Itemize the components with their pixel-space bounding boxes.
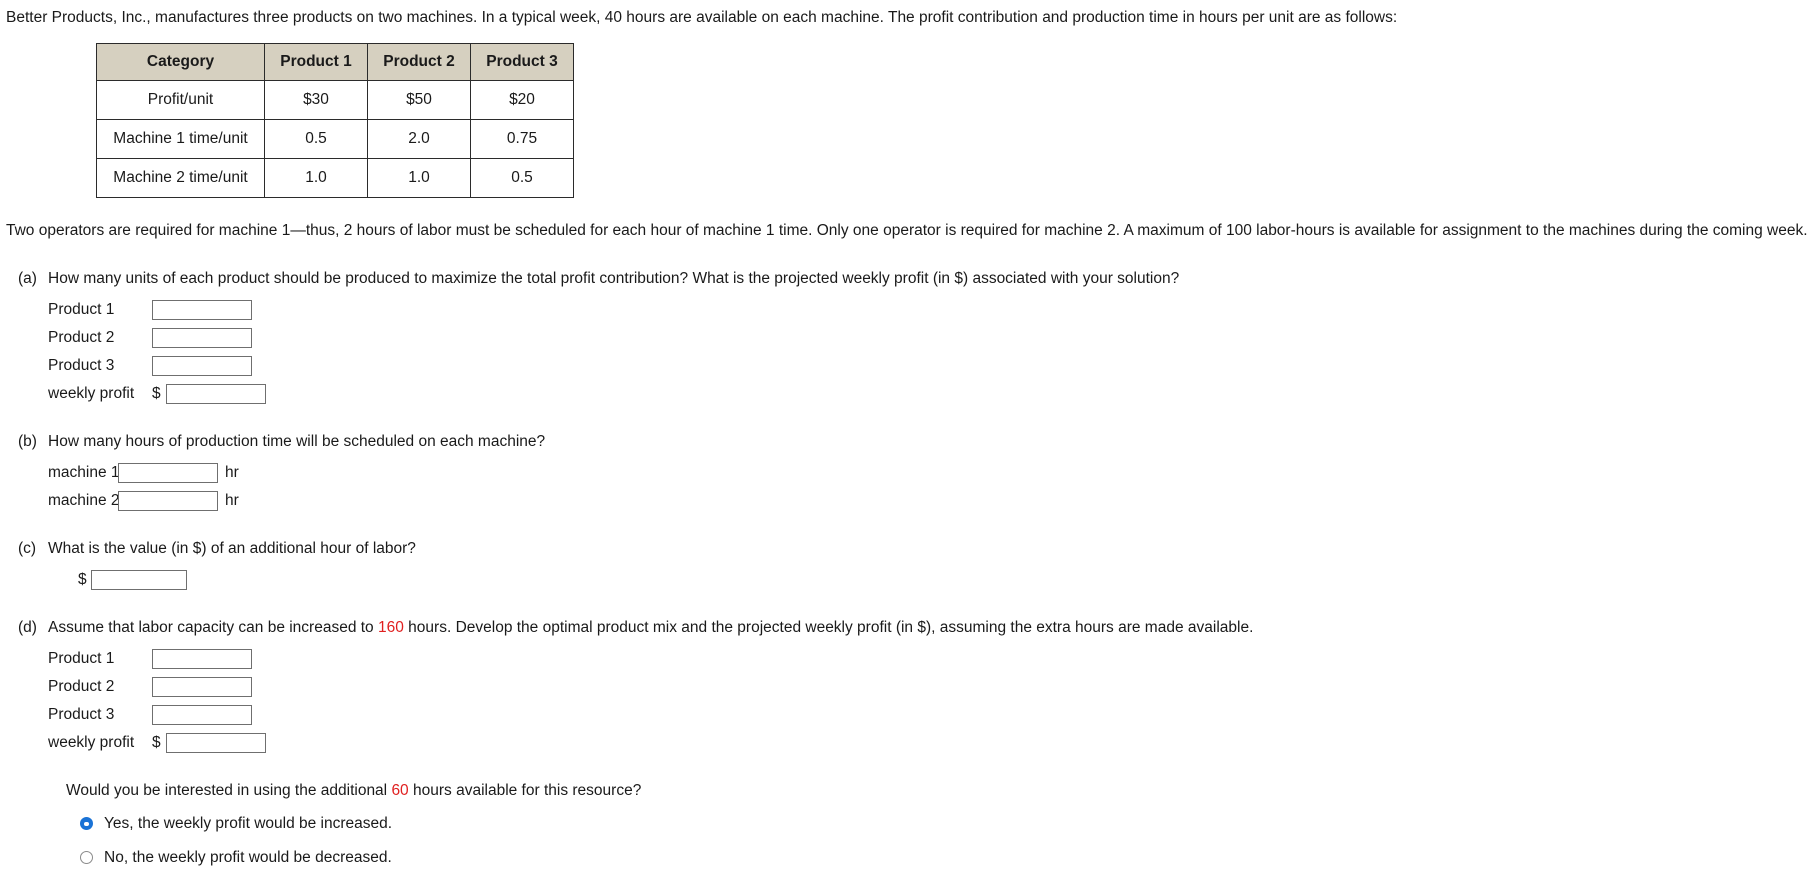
- answer-label-d-product-3: Product 3: [48, 705, 115, 723]
- input-d-product-1[interactable]: [152, 648, 252, 669]
- question-a-text: How many units of each product should be…: [48, 270, 1180, 288]
- table-header-product-2: Product 2: [367, 42, 471, 81]
- table-header-product-1: Product 1: [264, 42, 368, 81]
- question-d-text: Assume that labor capacity can be increa…: [48, 619, 1253, 637]
- constraints-paragraph: Two operators are required for machine 1…: [6, 220, 1812, 242]
- question-a-heading: (a) How many units of each product shoul…: [18, 270, 1812, 288]
- answer-label-d-weekly-profit: weekly profit: [48, 733, 135, 751]
- table-header-category: Category: [96, 42, 265, 81]
- answer-label-d-product-2: Product 2: [48, 677, 115, 695]
- table-head: Category Product 1 Product 2 Product 3: [96, 42, 574, 81]
- dollar-sign-c-value: $: [78, 570, 87, 588]
- input-a-product-3[interactable]: [152, 355, 252, 376]
- table-row: Machine 1 time/unit 0.5 2.0 0.75: [96, 118, 574, 159]
- answer-row: Product 1: [48, 298, 1812, 321]
- answer-row: Product 3: [48, 703, 1812, 726]
- answer-row: $: [78, 568, 1812, 591]
- radio-option-yes[interactable]: Yes, the weekly profit would be increase…: [80, 811, 1812, 836]
- question-d-heading: (d) Assume that labor capacity can be in…: [18, 619, 1812, 637]
- question-b: (b) How many hours of production time wi…: [18, 433, 1812, 512]
- question-c-heading: (c) What is the value (in $) of an addit…: [18, 540, 1812, 558]
- answer-label-product-3: Product 3: [48, 356, 115, 374]
- cell-m1-p3: 0.75: [470, 118, 574, 159]
- answer-label-weekly-profit: weekly profit: [48, 384, 135, 402]
- unit-label-machine-2-hr: hr: [225, 491, 239, 509]
- question-c-text: What is the value (in $) of an additiona…: [48, 540, 416, 558]
- dollar-sign-a-weekly-profit: $: [152, 384, 161, 402]
- cell-m2-p3: 0.5: [470, 157, 574, 198]
- input-d-product-3[interactable]: [152, 704, 252, 725]
- answer-row: Product 2: [48, 326, 1812, 349]
- table-header-row: Category Product 1 Product 2 Product 3: [96, 42, 574, 81]
- cell-m2-p2: 1.0: [367, 157, 471, 198]
- question-a-answers: Product 1 Product 2 Product 3 weekly pro…: [48, 298, 1812, 405]
- answer-row: Product 2: [48, 675, 1812, 698]
- table-row: Machine 2 time/unit 1.0 1.0 0.5: [96, 157, 574, 198]
- table-body: Profit/unit $30 $50 $20 Machine 1 time/u…: [96, 79, 574, 198]
- row-label-profit-unit: Profit/unit: [96, 79, 265, 120]
- answer-label-d-product-1: Product 1: [48, 649, 115, 667]
- answer-label-machine-1: machine 1: [48, 463, 120, 481]
- input-b-machine-1[interactable]: [118, 462, 218, 483]
- question-d-text-before: Assume that labor capacity can be increa…: [48, 619, 378, 637]
- question-b-heading: (b) How many hours of production time wi…: [18, 433, 1812, 451]
- followup-question-text: Would you be interested in using the add…: [66, 782, 1812, 800]
- question-d-answers: Product 1 Product 2 Product 3 weekly pro…: [48, 647, 1812, 754]
- question-a-label: (a): [18, 270, 37, 288]
- answer-label-product-1: Product 1: [48, 300, 115, 318]
- product-data-table: Category Product 1 Product 2 Product 3 P…: [96, 42, 574, 198]
- question-c-answers: $: [48, 568, 1812, 591]
- followup-text-after: hours available for this resource?: [408, 782, 642, 800]
- radio-button-yes-icon[interactable]: [80, 817, 93, 831]
- input-a-product-2[interactable]: [152, 327, 252, 348]
- constraints-paragraph-text: Two operators are required for machine 1…: [6, 221, 1812, 239]
- cell-profit-p3: $20: [470, 79, 574, 120]
- cell-m2-p1: 1.0: [264, 157, 368, 198]
- question-b-answers: machine 1 hr machine 2 hr: [48, 461, 1812, 512]
- answer-label-machine-2: machine 2: [48, 491, 120, 509]
- input-a-product-1[interactable]: [152, 299, 252, 320]
- radio-option-no[interactable]: No, the weekly profit would be decreased…: [80, 845, 1812, 870]
- input-a-weekly-profit[interactable]: [166, 383, 266, 404]
- answer-row: machine 1 hr: [48, 461, 1812, 484]
- question-b-label: (b): [18, 433, 37, 451]
- input-b-machine-2[interactable]: [118, 490, 218, 511]
- worksheet-page: Better Products, Inc., manufactures thre…: [0, 8, 1812, 893]
- question-a: (a) How many units of each product shoul…: [18, 270, 1812, 405]
- row-label-machine-1-time: Machine 1 time/unit: [96, 118, 265, 159]
- radio-button-no-icon[interactable]: [80, 851, 93, 865]
- answer-row: Product 3: [48, 354, 1812, 377]
- intro-paragraph: Better Products, Inc., manufactures thre…: [6, 9, 1398, 26]
- question-b-text: How many hours of production time will b…: [48, 433, 546, 451]
- radio-label-yes: Yes, the weekly profit would be increase…: [104, 814, 393, 832]
- cell-profit-p1: $30: [264, 79, 368, 120]
- input-d-product-2[interactable]: [152, 676, 252, 697]
- row-label-machine-2-time: Machine 2 time/unit: [96, 157, 265, 198]
- question-c: (c) What is the value (in $) of an addit…: [18, 540, 1812, 591]
- input-d-weekly-profit[interactable]: [166, 732, 266, 753]
- question-d-label: (d): [18, 619, 37, 637]
- answer-row: machine 2 hr: [48, 489, 1812, 512]
- dollar-sign-d-weekly-profit: $: [152, 733, 161, 751]
- answer-row: Product 1: [48, 647, 1812, 670]
- answer-row: weekly profit $: [48, 731, 1812, 754]
- radio-label-no: No, the weekly profit would be decreased…: [104, 848, 392, 866]
- question-d-highlight-value: 160: [378, 619, 404, 637]
- cell-m1-p2: 2.0: [367, 118, 471, 159]
- followup-highlight-value: 60: [391, 782, 409, 800]
- question-d-text-after: hours. Develop the optimal product mix a…: [403, 619, 1254, 637]
- followup-radio-group[interactable]: Yes, the weekly profit would be increase…: [80, 811, 1812, 870]
- table-header-product-3: Product 3: [470, 42, 574, 81]
- table-row: Profit/unit $30 $50 $20: [96, 79, 574, 120]
- input-c-labor-value[interactable]: [91, 569, 187, 590]
- followup-text-before: Would you be interested in using the add…: [66, 782, 392, 800]
- product-data-table-wrapper: Category Product 1 Product 2 Product 3 P…: [96, 42, 1812, 198]
- answer-row: weekly profit $: [48, 382, 1812, 405]
- answer-label-product-2: Product 2: [48, 328, 115, 346]
- question-c-label: (c): [18, 540, 37, 558]
- question-d: (d) Assume that labor capacity can be in…: [18, 619, 1812, 870]
- unit-label-machine-1-hr: hr: [225, 463, 239, 481]
- cell-m1-p1: 0.5: [264, 118, 368, 159]
- cell-profit-p2: $50: [367, 79, 471, 120]
